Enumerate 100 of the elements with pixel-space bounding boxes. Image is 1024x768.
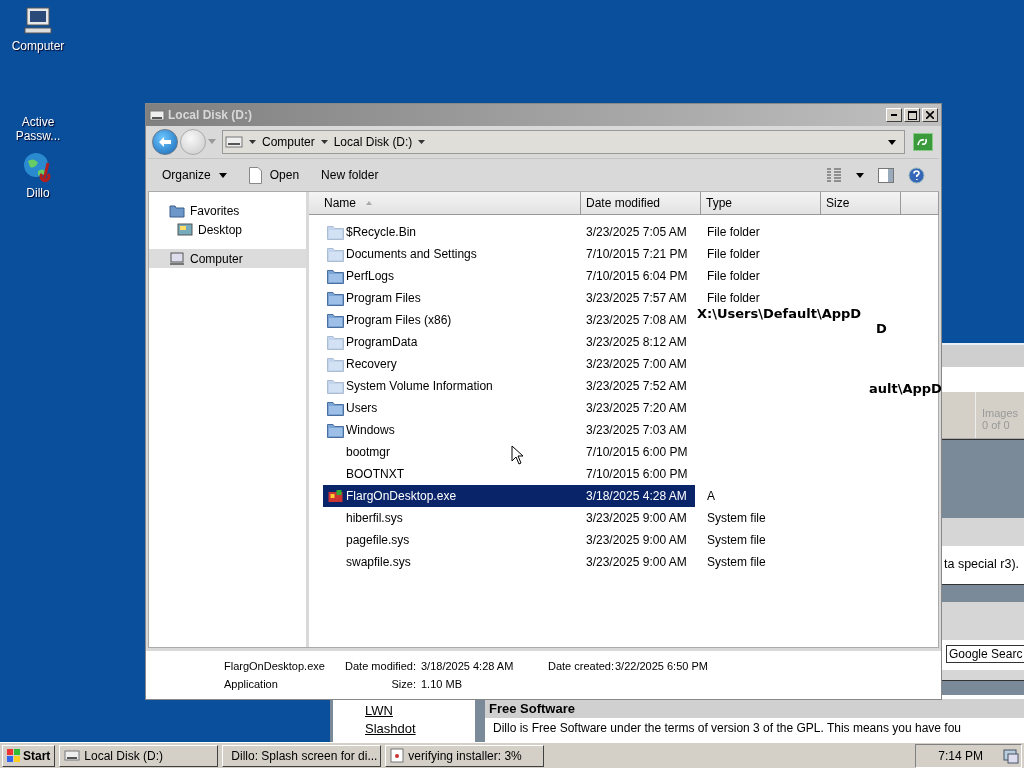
- desktop-icon-label[interactable]: Computer: [8, 39, 68, 53]
- file-type: File folder: [706, 247, 760, 261]
- file-name: System Volume Information: [346, 379, 493, 393]
- network-icon[interactable]: [1003, 747, 1019, 764]
- toolbar-button[interactable]: Organize: [158, 166, 231, 184]
- file-row[interactable]: Windows 3/23/2025 7:03 AM: [323, 419, 695, 441]
- close-icon: [926, 111, 934, 119]
- date-modified: 3/23/2025 7:57 AM: [585, 291, 687, 305]
- file-name: Program Files (x86): [346, 313, 452, 327]
- address-field[interactable]: Computer Local Disk (D:): [222, 130, 905, 154]
- file-type: System file: [706, 533, 766, 547]
- file-row[interactable]: PerfLogs 7/10/2015 6:04 PM File folder: [323, 265, 760, 287]
- file-name: hiberfil.sys: [346, 511, 403, 525]
- computer-icon[interactable]: [23, 6, 53, 36]
- breadcrumb[interactable]: Computer: [262, 135, 315, 149]
- back-arrow-icon: [158, 136, 172, 148]
- taskbar-button[interactable]: verifying installer: 3%: [385, 744, 545, 767]
- paragraph: Dillo is Free Software under the terms of version 3 of the GPL. This means you have fou: [493, 721, 962, 735]
- file-type: System file: [706, 511, 766, 525]
- file-row[interactable]: Program Files 3/23/2025 7:57 AM File folder: [323, 287, 760, 309]
- date-modified: 3/23/2025 7:03 AM: [585, 423, 687, 437]
- overlay-text: X:\Users\Default\AppD: [697, 306, 862, 321]
- toolbar-button[interactable]: New folder: [317, 166, 383, 184]
- column-header[interactable]: Type: [701, 192, 821, 214]
- file-row[interactable]: Users 3/23/2025 7:20 AM: [323, 397, 695, 419]
- maximize-button[interactable]: [904, 108, 920, 122]
- details-value: 3/18/2025 4:28 AM: [421, 659, 515, 673]
- file-row[interactable]: ProgramData 3/23/2025 8:12 AM: [323, 331, 695, 353]
- sidebar-link[interactable]: LWN: [365, 703, 475, 718]
- column-header[interactable]: Date modified: [581, 192, 701, 214]
- close-button[interactable]: [922, 108, 938, 122]
- nav-item[interactable]: Desktop: [149, 220, 306, 239]
- refresh-icon: [917, 138, 929, 146]
- taskbar-button[interactable]: Dillo: Splash screen for di...: [222, 744, 382, 767]
- file-name: bootmgr: [346, 445, 391, 459]
- caret-icon[interactable]: [888, 139, 896, 145]
- flag-icon: [7, 749, 20, 762]
- date-modified: 3/23/2025 7:08 AM: [585, 313, 687, 327]
- caret-icon[interactable]: [856, 172, 864, 178]
- computer-icon: [169, 251, 185, 266]
- date-modified: 3/23/2025 8:12 AM: [585, 335, 687, 349]
- refresh-button[interactable]: [913, 133, 933, 151]
- sidebar-link[interactable]: Slashdot: [365, 721, 475, 736]
- date-modified: 7/10/2015 6:00 PM: [585, 467, 688, 481]
- details-value: 3/22/2025 6:50 PM: [615, 659, 708, 673]
- back-button[interactable]: [152, 129, 178, 155]
- minimize-icon: [891, 114, 897, 116]
- file-name: Recovery: [346, 357, 397, 371]
- search-button[interactable]: Google Searc: [946, 645, 1024, 663]
- overlay-text: D: [876, 321, 887, 336]
- file-row[interactable]: BOOTNXT 7/10/2015 6:00 PM: [323, 463, 695, 485]
- nav-item[interactable]: Computer: [149, 249, 306, 268]
- overlay-text: ault\AppD: [869, 381, 942, 396]
- taskbar-button[interactable]: Local Disk (D:): [59, 744, 219, 767]
- help-icon[interactable]: [908, 166, 925, 184]
- file-row[interactable]: Recovery 3/23/2025 7:00 AM: [323, 353, 695, 375]
- date-modified: 3/23/2025 9:00 AM: [585, 555, 687, 569]
- date-modified: 3/18/2025 4:28 AM: [585, 489, 687, 503]
- file-name: FlargOnDesktop.exe: [346, 489, 457, 503]
- preview-pane-icon[interactable]: [878, 167, 894, 183]
- maximize-icon: [907, 110, 917, 120]
- column-header[interactable]: Size: [821, 192, 901, 214]
- file-row[interactable]: $Recycle.Bin 3/23/2025 7:05 AM File folder: [323, 221, 760, 243]
- file-name: swapfile.sys: [346, 555, 411, 569]
- date-modified: 3/23/2025 7:00 AM: [585, 357, 687, 371]
- file-row[interactable]: hiberfil.sys 3/23/2025 9:00 AM System file: [323, 507, 766, 529]
- caret-icon[interactable]: [320, 140, 328, 144]
- details-name: FlargOnDesktop.exe: [224, 659, 326, 673]
- folder-icon: [169, 203, 185, 218]
- drive-icon: [64, 749, 81, 762]
- sort-icon: [366, 201, 372, 205]
- file-name: ProgramData: [346, 335, 418, 349]
- desktop-icon-label[interactable]: Active Passw...: [8, 115, 68, 143]
- file-type: File folder: [706, 291, 760, 305]
- file-row[interactable]: Documents and Settings 7/10/2015 7:21 PM File folder: [323, 243, 760, 265]
- file-name: pagefile.sys: [346, 533, 410, 547]
- caret-icon[interactable]: [418, 140, 426, 144]
- desktop-icon-label[interactable]: Dillo: [8, 186, 68, 200]
- file-type: System file: [706, 555, 766, 569]
- clock[interactable]: 7:14 PM: [938, 748, 983, 763]
- file-row[interactable]: System Volume Information 3/23/2025 7:52 AM: [323, 375, 695, 397]
- column-header[interactable]: Name: [319, 192, 581, 214]
- file-name: $Recycle.Bin: [346, 225, 417, 239]
- start-button[interactable]: Start: [2, 744, 56, 767]
- date-modified: 3/23/2025 7:52 AM: [585, 379, 687, 393]
- breadcrumb[interactable]: Local Disk (D:): [333, 135, 413, 149]
- file-row[interactable]: swapfile.sys 3/23/2025 9:00 AM System file: [323, 551, 766, 573]
- drive-icon: [225, 135, 243, 149]
- file-row[interactable]: pagefile.sys 3/23/2025 9:00 AM System file: [323, 529, 766, 551]
- minimize-button[interactable]: [886, 108, 902, 122]
- file-row[interactable]: Program Files (x86) 3/23/2025 7:08 AM: [323, 309, 695, 331]
- file-name: Windows: [346, 423, 395, 437]
- file-type: A: [706, 489, 715, 503]
- window-title: Local Disk (D:): [168, 108, 252, 122]
- file-name: Program Files: [346, 291, 421, 305]
- file-row[interactable]: bootmgr 7/10/2015 6:00 PM: [323, 441, 695, 463]
- file-name: Documents and Settings: [346, 247, 477, 261]
- caret-icon[interactable]: [249, 140, 256, 144]
- toolbar-button[interactable]: Open: [244, 164, 304, 186]
- nav-item[interactable]: Favorites: [149, 201, 306, 220]
